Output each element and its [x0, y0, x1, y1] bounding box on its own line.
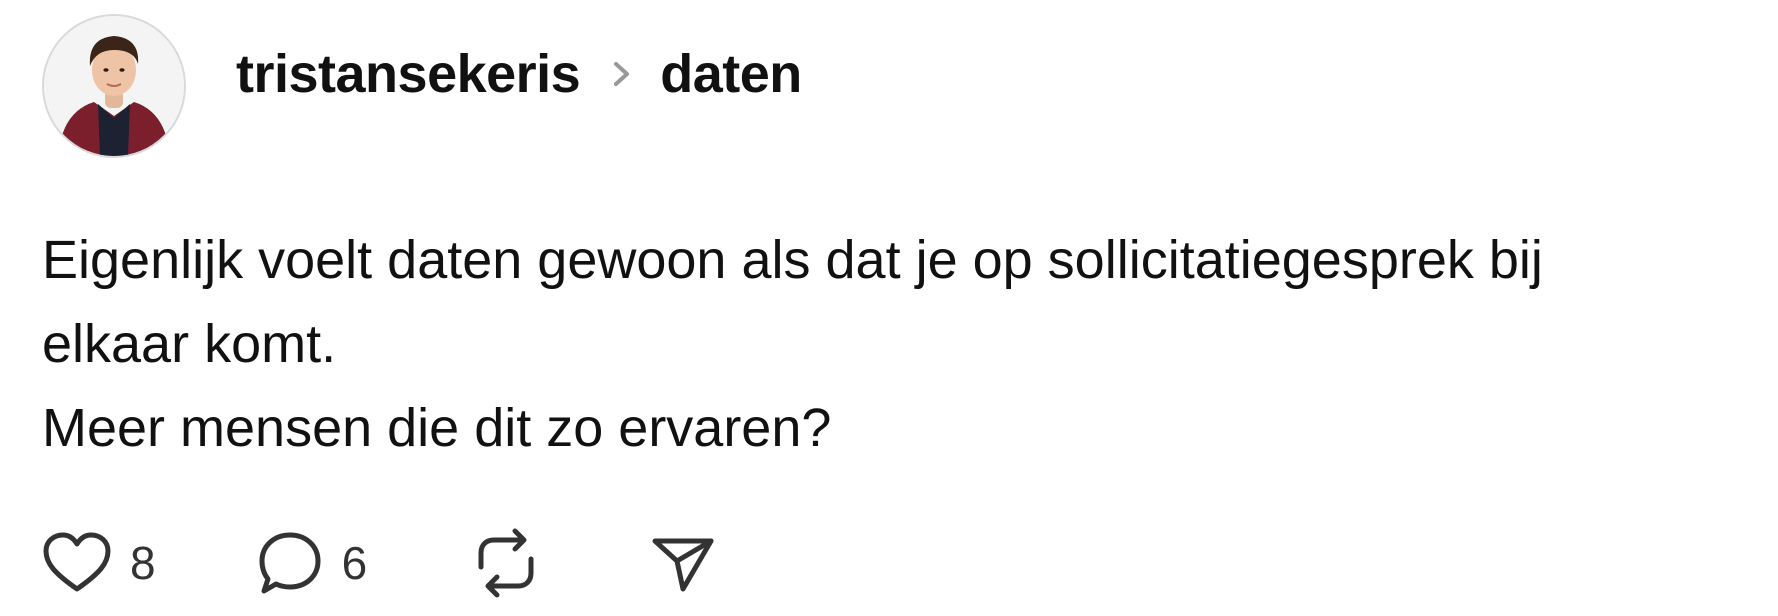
- breadcrumb: tristansekeris daten: [236, 43, 802, 105]
- post-text-line: Meer mensen die dit zo ervaren?: [42, 398, 832, 458]
- repost-icon: [471, 527, 541, 599]
- thread-post: tristansekeris daten Eigenlijk voelt dat…: [0, 0, 1778, 616]
- topic-tag[interactable]: daten: [660, 43, 802, 105]
- heart-icon: [42, 531, 112, 595]
- action-bar: 8 6: [42, 525, 717, 601]
- post-header: tristansekeris daten: [42, 14, 802, 158]
- repost-button[interactable]: [471, 527, 541, 599]
- reply-button[interactable]: 6: [256, 529, 368, 597]
- like-button[interactable]: 8: [42, 531, 156, 595]
- share-button[interactable]: [649, 531, 717, 595]
- author-username[interactable]: tristansekeris: [236, 43, 581, 105]
- reply-count: 6: [341, 537, 368, 589]
- chevron-right-icon: [610, 54, 634, 94]
- avatar[interactable]: [42, 14, 186, 158]
- post-body: Eigenlijk voelt daten gewoon als dat je …: [42, 218, 1762, 470]
- post-text-line: Eigenlijk voelt daten gewoon als dat je …: [42, 230, 1543, 290]
- post-text-line: elkaar komt.: [42, 314, 337, 374]
- avatar-image: [44, 16, 184, 156]
- speech-bubble-icon: [256, 529, 324, 597]
- send-icon: [649, 531, 717, 595]
- like-count: 8: [130, 537, 156, 589]
